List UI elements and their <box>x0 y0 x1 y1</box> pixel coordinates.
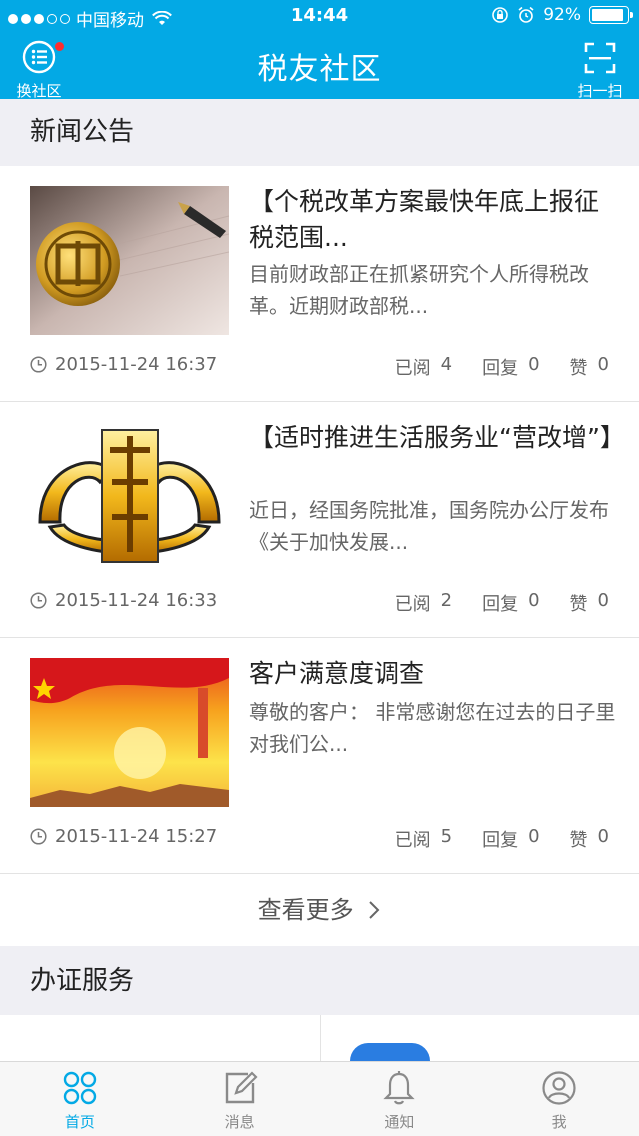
reply-label: 回复 <box>482 594 519 615</box>
read-label: 已阅 <box>394 358 431 379</box>
tab-bar: 首页 消息 通知 我 <box>0 1061 639 1136</box>
scan-label: 扫一扫 <box>577 82 623 100</box>
news-item[interactable]: 客户满意度调查 尊敬的客户： 非常感谢您在过去的日子里对我们公... 2015-… <box>0 638 639 874</box>
news-date: 2015-11-24 16:37 <box>55 354 218 375</box>
news-title: 【个税改革方案最快年底上报征税范围... <box>249 187 600 252</box>
news-meta: 2015-11-24 15:27 已阅 5 回复 0 赞0 <box>30 826 609 851</box>
bell-icon <box>383 1071 416 1105</box>
read-count: 2 <box>440 590 453 611</box>
service-divider <box>320 1015 321 1061</box>
like-count: 0 <box>597 354 609 375</box>
news-section-header: 新闻公告 <box>0 99 639 165</box>
news-meta: 2015-11-24 16:37 已阅 4 回复 0 赞0 <box>30 354 609 379</box>
service-grid <box>0 1015 639 1061</box>
like-count: 0 <box>597 590 609 611</box>
tab-messages[interactable]: 消息 <box>160 1062 320 1136</box>
view-more-button[interactable]: 查看更多 <box>0 874 639 946</box>
read-label: 已阅 <box>394 594 431 615</box>
view-more-label: 查看更多 <box>257 896 354 924</box>
service-item-icon-partial <box>350 1043 430 1061</box>
clock-icon <box>30 592 47 609</box>
like-label: 赞 <box>569 594 588 615</box>
tab-notifications[interactable]: 通知 <box>320 1062 480 1136</box>
edit-icon <box>225 1071 258 1104</box>
news-item[interactable]: 【个税改革方案最快年底上报征税范围... 目前财政部正在抓紧研究个人所得税改革。… <box>0 166 639 402</box>
tab-me-label: 我 <box>551 1113 567 1131</box>
news-thumbnail-tax-emblem-pen <box>30 186 229 335</box>
news-item[interactable]: 【适时推进生活服务业“营改增”】 近日，经国务院批准，国务院办公厅发布《关于加快… <box>0 402 639 638</box>
reply-label: 回复 <box>482 358 519 379</box>
like-label: 赞 <box>569 830 588 851</box>
clock-icon <box>30 356 47 373</box>
reply-count: 0 <box>528 590 540 611</box>
news-summary: 尊敬的客户： 非常感谢您在过去的日子里对我们公... <box>249 700 616 756</box>
read-count: 4 <box>440 354 453 375</box>
read-label: 已阅 <box>394 830 431 851</box>
chevron-right-icon <box>369 901 380 919</box>
tab-notifications-label: 通知 <box>384 1113 415 1131</box>
news-title: 【适时推进生活服务业“营改增”】 <box>249 423 625 452</box>
news-date: 2015-11-24 15:27 <box>55 826 218 847</box>
rotation-lock-icon <box>492 7 509 23</box>
reply-count: 0 <box>528 354 540 375</box>
like-count: 0 <box>597 826 609 847</box>
news-thumbnail-gold-tax-emblem <box>30 422 229 571</box>
tab-messages-label: 消息 <box>224 1113 255 1131</box>
battery-percent: 92% <box>543 5 581 25</box>
reply-count: 0 <box>528 826 540 847</box>
tab-home[interactable]: 首页 <box>0 1062 160 1136</box>
like-label: 赞 <box>569 358 588 379</box>
top-bar: 中国移动 14:44 92% 换社区 税友社区 扫一扫 <box>0 0 639 101</box>
alarm-icon <box>518 6 534 23</box>
news-date: 2015-11-24 16:33 <box>55 590 218 611</box>
scan-icon <box>584 42 616 74</box>
user-icon <box>542 1071 576 1105</box>
clock-icon <box>30 828 47 845</box>
news-summary: 目前财政部正在抓紧研究个人所得税改革。近期财政部税... <box>249 262 589 318</box>
scan-button[interactable]: 扫一扫 <box>575 42 625 101</box>
news-title: 客户满意度调查 <box>249 659 425 688</box>
read-count: 5 <box>440 826 453 847</box>
news-meta: 2015-11-24 16:33 已阅 2 回复 0 赞0 <box>30 590 609 615</box>
tab-home-label: 首页 <box>64 1113 95 1131</box>
news-summary: 近日，经国务院批准，国务院办公厅发布《关于加快发展... <box>249 498 609 554</box>
home-grid-icon <box>63 1071 97 1105</box>
service-section-header: 办证服务 <box>0 948 639 1014</box>
status-bar: 中国移动 14:44 92% <box>0 0 639 32</box>
news-thumbnail-flag-sunrise <box>30 658 229 807</box>
reply-label: 回复 <box>482 830 519 851</box>
news-list: 【个税改革方案最快年底上报征税范围... 目前财政部正在抓紧研究个人所得税改革。… <box>0 166 639 874</box>
page-title: 税友社区 <box>257 52 382 87</box>
battery-icon <box>589 6 633 24</box>
tab-me[interactable]: 我 <box>479 1062 639 1136</box>
